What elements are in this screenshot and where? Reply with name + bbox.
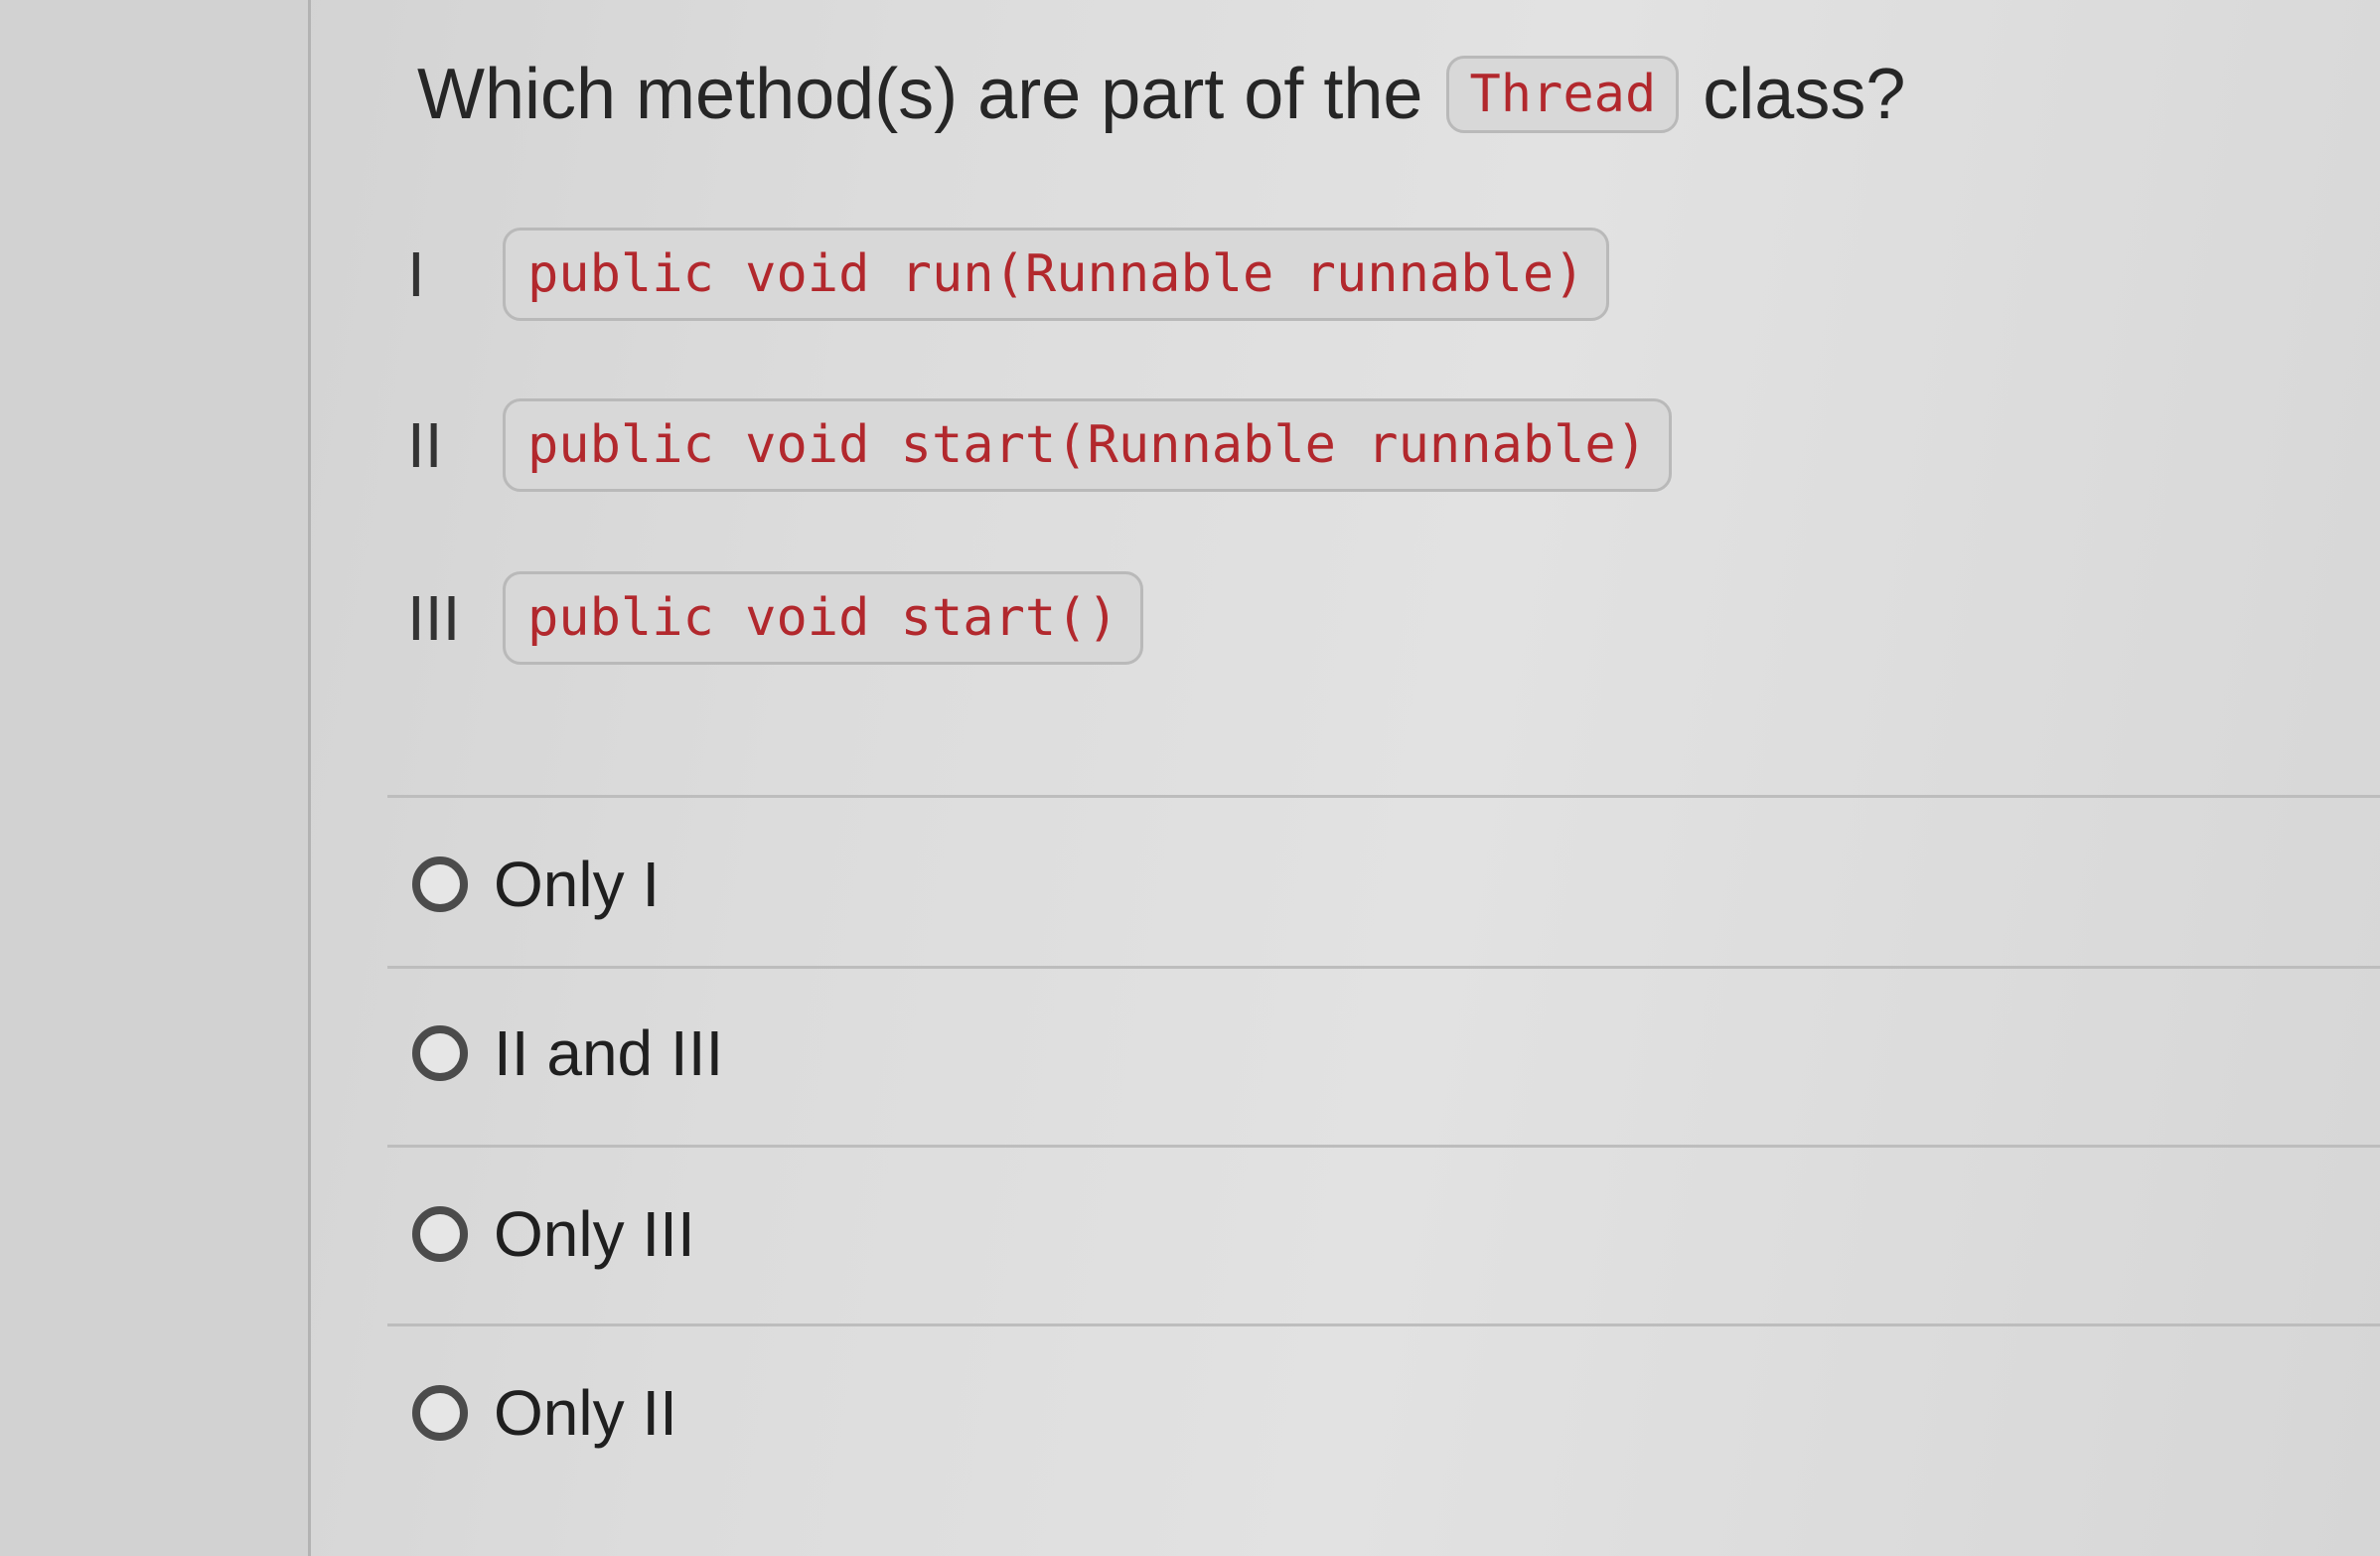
statement-numeral: II — [407, 409, 443, 481]
statement-numeral: I — [407, 238, 425, 310]
statement-code: public void run(Runnable runnable) — [503, 228, 1610, 321]
options-divider — [387, 966, 2380, 969]
question-prefix: Which method(s) are part of the — [417, 55, 1423, 134]
statement-row-i: I public void run(Runnable runnable) — [407, 225, 1610, 324]
options-divider — [387, 1145, 2380, 1148]
statement-numeral: III — [407, 582, 461, 654]
radio-button[interactable] — [412, 1206, 468, 1262]
quiz-page: Which method(s) are part of the Thread c… — [0, 0, 2380, 1556]
answer-option-only-iii[interactable]: Only III — [412, 1184, 695, 1284]
thread-code-term: Thread — [1446, 56, 1680, 133]
option-label: Only II — [494, 1377, 677, 1449]
statement-code: public void start(Runnable runnable) — [503, 398, 1673, 492]
question-block: Which method(s) are part of the Thread c… — [417, 40, 2305, 149]
option-label: Only III — [494, 1198, 695, 1270]
options-divider — [387, 1323, 2380, 1326]
statement-row-iii: III public void start() — [407, 568, 1143, 668]
statement-row-ii: II public void start(Runnable runnable) — [407, 395, 1673, 495]
answer-option-only-i[interactable]: Only I — [412, 835, 660, 934]
answer-option-only-ii[interactable]: Only II — [412, 1363, 677, 1463]
question-suffix: class? — [1703, 55, 1906, 134]
option-label: II and III — [494, 1017, 724, 1089]
options-divider-top — [387, 795, 2380, 798]
radio-button[interactable] — [412, 1385, 468, 1441]
statement-code: public void start() — [503, 571, 1143, 665]
left-gutter — [0, 0, 311, 1556]
radio-button[interactable] — [412, 856, 468, 912]
radio-button[interactable] — [412, 1025, 468, 1081]
option-label: Only I — [494, 849, 661, 920]
question-title: Which method(s) are part of the Thread c… — [417, 40, 2305, 149]
answer-option-ii-and-iii[interactable]: II and III — [412, 1004, 723, 1103]
